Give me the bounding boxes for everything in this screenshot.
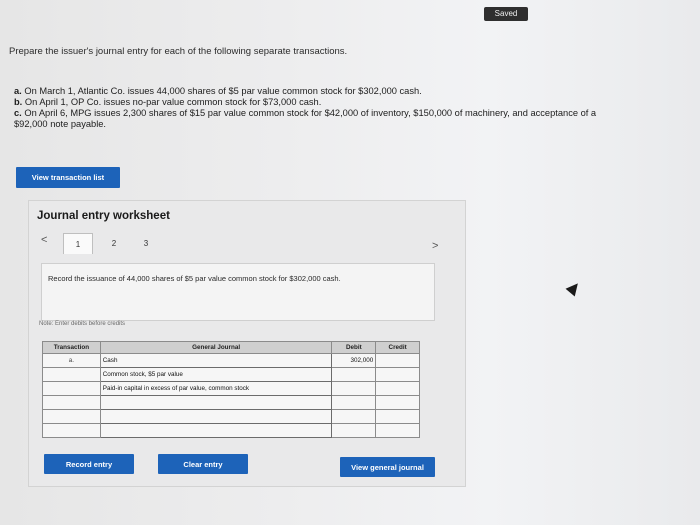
table-row: a. Cash 302,000 [42, 353, 420, 368]
debits-credits-note: Note: Enter debits before credits [39, 321, 126, 327]
debit-field[interactable] [331, 381, 377, 396]
credit-field[interactable] [375, 381, 420, 396]
view-transaction-list-button[interactable]: View transaction list [16, 167, 120, 188]
transaction-cell [42, 381, 101, 396]
col-header-debit: Debit [331, 341, 377, 354]
tab-2[interactable]: 2 [100, 233, 128, 253]
saved-status-badge: Saved [484, 7, 528, 21]
item-text: On March 1, Atlantic Co. issues 44,000 s… [24, 86, 422, 96]
entry-description-box: Record the issuance of 44,000 shares of … [41, 263, 435, 321]
credit-field[interactable] [375, 423, 420, 438]
account-field[interactable]: Cash [99, 353, 333, 368]
general-journal-table: Transaction General Journal Debit Credit… [42, 341, 420, 438]
transaction-cell [42, 395, 101, 410]
item-letter: b. [14, 97, 23, 107]
transaction-cell [42, 423, 101, 438]
col-header-general-journal: General Journal [99, 341, 333, 354]
worksheet-title: Journal entry worksheet [37, 210, 170, 222]
table-row [42, 423, 420, 438]
item-letter: c. [14, 108, 22, 118]
item-letter: a. [14, 86, 22, 96]
credit-field[interactable] [375, 395, 420, 410]
next-arrow-icon[interactable]: > [432, 240, 438, 252]
account-field[interactable]: Common stock, $5 par value [99, 367, 333, 382]
table-row [42, 409, 420, 424]
list-item: b. On April 1, OP Co. issues no-par valu… [14, 97, 624, 108]
debit-field[interactable] [331, 367, 377, 382]
account-field[interactable] [99, 395, 333, 410]
transaction-cell [42, 409, 101, 424]
list-item: c. On April 6, MPG issues 2,300 shares o… [14, 108, 624, 130]
record-entry-button[interactable]: Record entry [44, 454, 134, 474]
clear-entry-button[interactable]: Clear entry [158, 454, 248, 474]
list-item: a. On March 1, Atlantic Co. issues 44,00… [14, 86, 624, 97]
journal-entry-worksheet: Journal entry worksheet < 1 2 3 > Record… [28, 200, 466, 487]
transaction-cell [42, 367, 101, 382]
credit-field[interactable] [375, 367, 420, 382]
table-row: Common stock, $5 par value [42, 367, 420, 382]
question-instructions: Prepare the issuer's journal entry for e… [9, 46, 348, 57]
transaction-list: a. On March 1, Atlantic Co. issues 44,00… [14, 86, 624, 130]
prev-arrow-icon[interactable]: < [41, 234, 47, 246]
item-text: On April 1, OP Co. issues no-par value c… [24, 97, 322, 107]
account-field[interactable] [99, 423, 333, 438]
tab-1[interactable]: 1 [63, 233, 93, 254]
account-field[interactable] [99, 409, 333, 424]
debit-field[interactable] [331, 395, 377, 410]
entry-description: Record the issuance of 44,000 shares of … [48, 274, 341, 283]
transaction-cell: a. [42, 353, 101, 368]
credit-field[interactable] [375, 353, 420, 368]
tab-3[interactable]: 3 [132, 233, 160, 253]
debit-field[interactable] [331, 409, 377, 424]
table-row: Paid-in capital in excess of par value, … [42, 381, 420, 396]
mouse-cursor-icon [565, 279, 583, 297]
table-row [42, 395, 420, 410]
debit-field[interactable] [331, 423, 377, 438]
account-field[interactable]: Paid-in capital in excess of par value, … [99, 381, 333, 396]
item-text: On April 6, MPG issues 2,300 shares of $… [14, 108, 597, 129]
view-general-journal-button[interactable]: View general journal [340, 457, 435, 477]
col-header-transaction: Transaction [42, 341, 101, 354]
credit-field[interactable] [375, 409, 420, 424]
col-header-credit: Credit [375, 341, 420, 354]
debit-field[interactable]: 302,000 [331, 353, 377, 368]
